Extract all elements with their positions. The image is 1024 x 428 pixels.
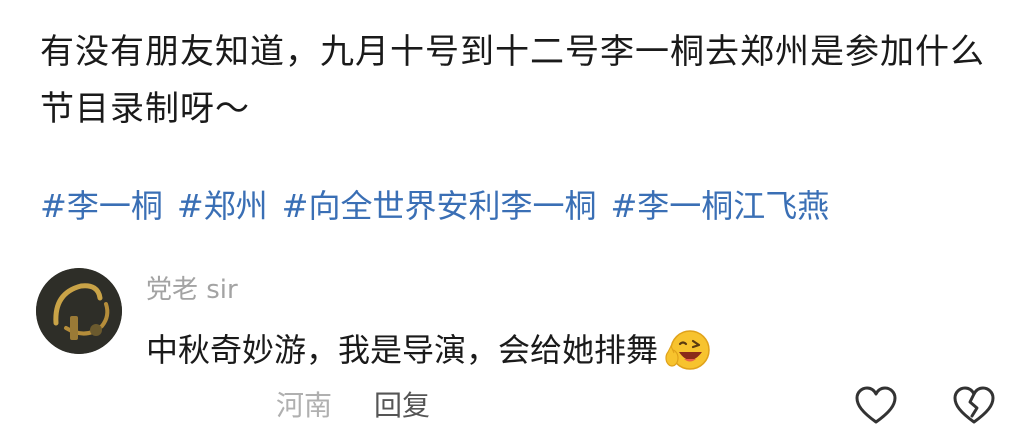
hashtag-li-yitong-jiang-feiyan[interactable]: #李一桐江飞燕	[610, 182, 829, 230]
comment-meta: 河南 回复	[276, 386, 430, 426]
comment-username[interactable]: 党老 sir	[146, 272, 238, 308]
post-card: 有没有朋友知道，九月十号到十二号李一桐去郑州是参加什么节目录制呀～ #李一桐 #…	[0, 0, 1024, 428]
hashtag-zhengzhou[interactable]: #郑州	[177, 182, 268, 230]
avatar-image	[36, 268, 122, 354]
hashtag-recommend-li-yitong[interactable]: #向全世界安利李一桐	[282, 182, 597, 230]
heart-icon[interactable]	[854, 386, 898, 426]
comment-text-content: 中秋奇妙游，我是导演，会给她排舞	[146, 331, 659, 369]
post-text: 有没有朋友知道，九月十号到十二号李一桐去郑州是参加什么节目录制呀～	[40, 32, 985, 129]
laughing-wink-emoji	[665, 330, 710, 370]
comment-text: 中秋奇妙游，我是导演，会给她排舞	[146, 326, 714, 374]
broken-heart-icon[interactable]	[952, 386, 996, 426]
comment-item: 党老 sir 中秋奇妙游，我是导演，会给她排舞 河南 回复	[36, 268, 996, 428]
comment-location: 河南	[276, 389, 333, 422]
hashtag-li-yitong[interactable]: #李一桐	[40, 182, 163, 230]
hashtag-list: #李一桐 #郑州 #向全世界安利李一桐 #李一桐江飞燕	[40, 182, 829, 230]
avatar[interactable]	[36, 268, 122, 354]
comment-actions	[854, 386, 996, 426]
reply-button[interactable]: 回复	[374, 386, 430, 426]
